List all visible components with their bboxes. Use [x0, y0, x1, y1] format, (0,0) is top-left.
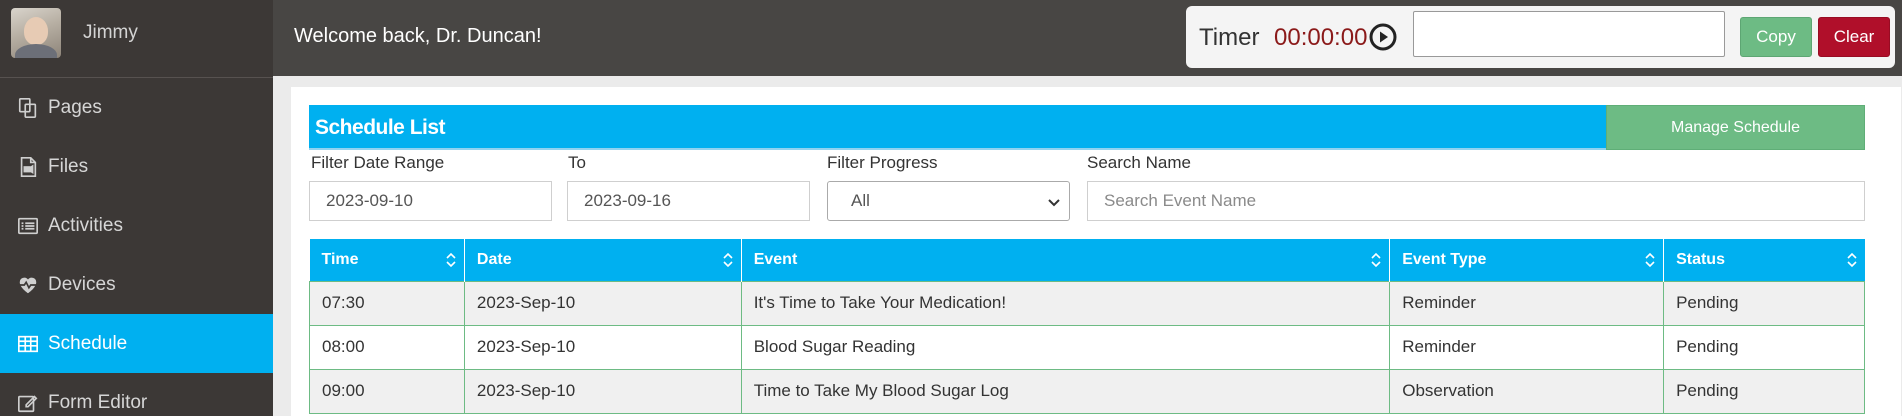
timer-panel: Timer 00:00:00 Copy Clear [1186, 6, 1895, 68]
column-header-event-type[interactable]: Event Type [1389, 239, 1665, 281]
filter-date-range-label: Filter Date Range [311, 153, 445, 172]
cell-date: 2023-Sep-10 [463, 324, 742, 370]
sidebar-item-label: Devices [48, 273, 116, 295]
edit-icon [15, 392, 41, 414]
sort-icon [1846, 251, 1858, 269]
manage-schedule-button[interactable]: Manage Schedule [1606, 105, 1865, 150]
schedule-list-header: Schedule List Manage Schedule [309, 105, 1865, 150]
chevron-down-icon [1047, 194, 1061, 208]
timer-label: Timer [1199, 24, 1260, 51]
cell-status: Pending [1663, 280, 1865, 326]
progress-select-value: All [851, 191, 870, 210]
sidebar: Jimmy Pages Files Activities Devices Sch… [0, 0, 273, 416]
sidebar-item-pages[interactable]: Pages [0, 78, 273, 137]
file-video-icon [15, 156, 41, 178]
schedule-table: Time Date Event Event Type Status 07:30 … [309, 239, 1865, 414]
timer-value: 00:00:00 [1274, 24, 1368, 51]
sort-icon [445, 251, 457, 269]
sidebar-item-schedule[interactable]: Schedule [0, 314, 273, 373]
sort-icon [722, 251, 734, 269]
sidebar-item-label: Schedule [48, 332, 128, 354]
column-header-date[interactable]: Date [464, 239, 742, 281]
table-row[interactable]: 09:00 2023-Sep-10 Time to Take My Blood … [309, 368, 1865, 414]
cell-event: It's Time to Take Your Medication! [740, 280, 1391, 326]
sort-icon [1370, 251, 1382, 269]
sidebar-item-form-editor[interactable]: Form Editor [0, 373, 273, 416]
cell-event: Time to Take My Blood Sugar Log [740, 368, 1391, 414]
column-header-status[interactable]: Status [1663, 239, 1865, 281]
filter-progress-label: Filter Progress [827, 153, 938, 172]
welcome-message: Welcome back, Dr. Duncan! [294, 25, 542, 47]
timer-note-input[interactable] [1413, 11, 1725, 57]
table-icon [15, 333, 41, 355]
sidebar-item-devices[interactable]: Devices [0, 255, 273, 314]
column-header-event[interactable]: Event [741, 239, 1391, 281]
copy-button[interactable]: Copy [1740, 17, 1812, 57]
column-header-time[interactable]: Time [309, 239, 465, 281]
sidebar-item-label: Activities [48, 214, 123, 236]
sidebar-item-activities[interactable]: Activities [0, 196, 273, 255]
cell-date: 2023-Sep-10 [463, 280, 742, 326]
sidebar-item-files[interactable]: Files [0, 137, 273, 196]
cell-time: 08:00 [309, 324, 465, 370]
cell-event: Blood Sugar Reading [740, 324, 1391, 370]
cell-status: Pending [1663, 324, 1865, 370]
sort-icon [1644, 251, 1656, 269]
clear-button[interactable]: Clear [1818, 17, 1890, 57]
cell-time: 09:00 [309, 368, 465, 414]
cell-event-type: Reminder [1389, 280, 1665, 326]
search-input[interactable]: Search Event Name [1087, 181, 1865, 221]
to-label: To [568, 153, 586, 172]
schedule-panel: Schedule List Manage Schedule Filter Dat… [291, 87, 1901, 416]
list-icon [15, 215, 41, 237]
page-title: Schedule List [315, 116, 446, 139]
date-to-field[interactable]: 2023-09-16 [567, 181, 810, 221]
progress-select[interactable]: All [827, 181, 1070, 221]
date-from-field[interactable]: 2023-09-10 [309, 181, 552, 221]
heartbeat-icon [15, 274, 41, 296]
cell-event-type: Reminder [1389, 324, 1665, 370]
cell-date: 2023-Sep-10 [463, 368, 742, 414]
play-icon[interactable] [1368, 22, 1398, 52]
cell-status: Pending [1663, 368, 1865, 414]
pages-icon [15, 97, 41, 119]
cell-time: 07:30 [309, 280, 465, 326]
table-header-row: Time Date Event Event Type Status [309, 239, 1865, 281]
table-row[interactable]: 07:30 2023-Sep-10 It's Time to Take Your… [309, 280, 1865, 326]
username: Jimmy [83, 22, 138, 43]
cell-event-type: Observation [1389, 368, 1665, 414]
sidebar-item-label: Files [48, 155, 89, 177]
sidebar-item-label: Form Editor [48, 391, 148, 413]
sidebar-item-label: Pages [48, 96, 102, 118]
search-name-label: Search Name [1087, 153, 1191, 172]
top-bar: Welcome back, Dr. Duncan! Timer 00:00:00… [273, 0, 1902, 76]
table-row[interactable]: 08:00 2023-Sep-10 Blood Sugar Reading Re… [309, 324, 1865, 370]
avatar [11, 8, 61, 58]
user-profile[interactable]: Jimmy [0, 0, 273, 78]
